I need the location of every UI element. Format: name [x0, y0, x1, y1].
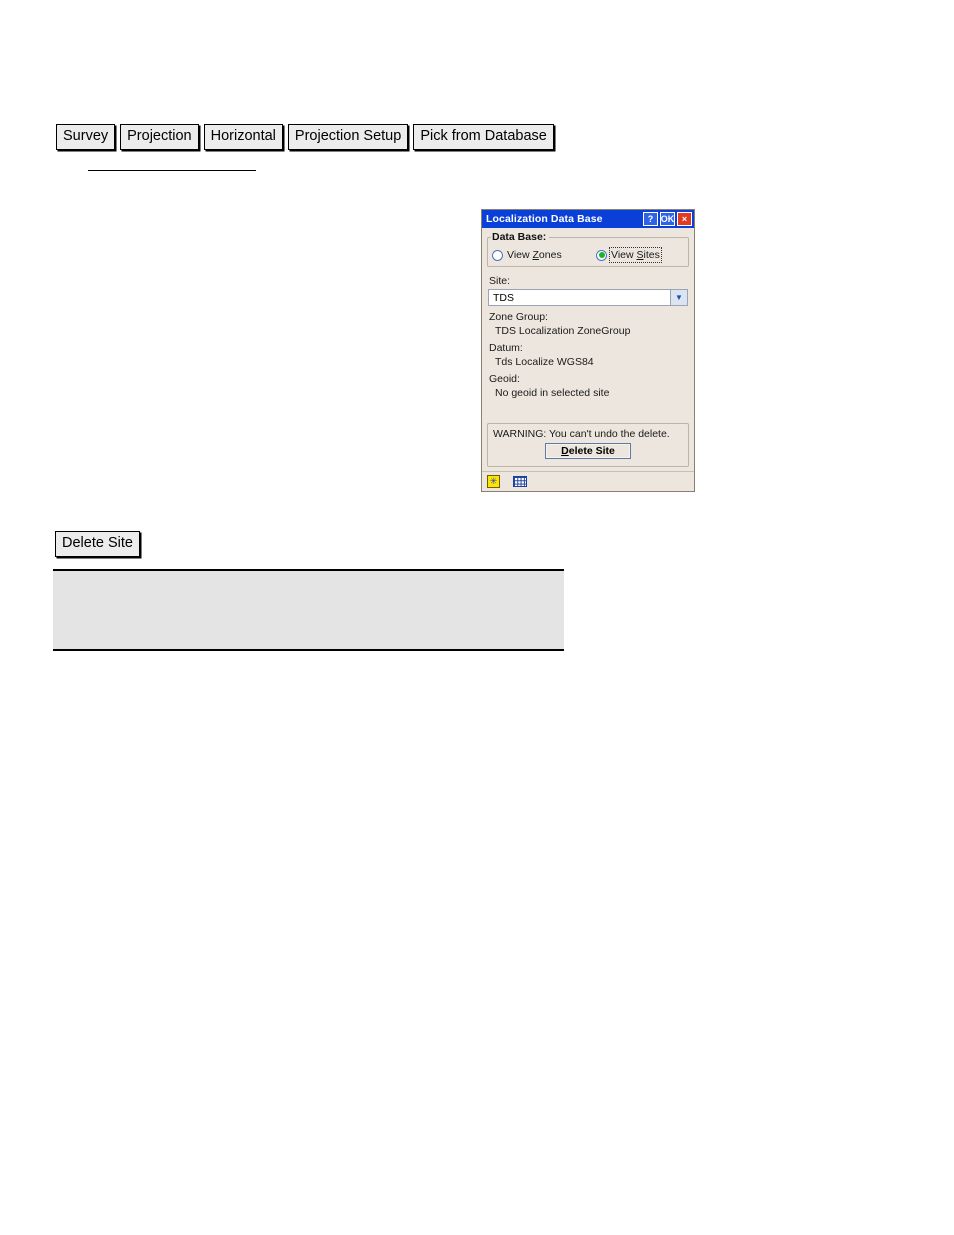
geoid-value: No geoid in selected site — [495, 387, 610, 399]
radio-unchecked-icon — [492, 249, 503, 261]
zone-group-value: TDS Localization ZoneGroup — [495, 325, 631, 337]
localization-database-dialog: Localization Data Base ? OK × Data Base:… — [481, 209, 695, 492]
dialog-title: Localization Data Base — [486, 213, 603, 225]
datum-value: Tds Localize WGS84 — [495, 356, 594, 368]
site-dropdown[interactable]: TDS ▼ — [488, 289, 688, 306]
breadcrumb-item-projection[interactable]: Projection — [120, 124, 199, 150]
radio-checked-icon — [596, 249, 607, 261]
radio-view-zones[interactable]: View Zones — [492, 249, 596, 261]
warning-text: WARNING: You can't undo the delete. — [493, 428, 670, 440]
breadcrumb-item-projection-setup[interactable]: Projection Setup — [287, 124, 409, 150]
site-label: Site: — [489, 275, 511, 287]
radio-view-zones-label: View Zones — [507, 249, 562, 261]
dialog-titlebar: Localization Data Base ? OK × — [482, 210, 694, 228]
device-taskbar: ✳ — [482, 471, 694, 491]
close-icon[interactable]: × — [677, 212, 692, 226]
help-button[interactable]: ? — [643, 212, 658, 226]
view-mode-radio-group: View Zones View Sites — [492, 247, 684, 263]
zone-group-label: Zone Group: — [489, 311, 548, 323]
sun-icon[interactable]: ✳ — [487, 475, 500, 488]
radio-view-sites[interactable]: View Sites — [596, 247, 662, 263]
ok-button[interactable]: OK — [660, 212, 675, 226]
breadcrumb-item-survey[interactable]: Survey — [56, 124, 116, 150]
chevron-down-icon[interactable]: ▼ — [670, 290, 687, 305]
breadcrumb-item-horizontal[interactable]: Horizontal — [203, 124, 283, 150]
delete-site-button[interactable]: Delete Site — [545, 443, 631, 459]
radio-view-sites-label: View Sites — [609, 247, 662, 263]
breadcrumb-item-pick-from-database[interactable]: Pick from Database — [413, 124, 554, 150]
breadcrumb: Survey Projection Horizontal Projection … — [56, 124, 554, 150]
site-selected-value: TDS — [489, 290, 670, 305]
section-divider — [88, 170, 256, 171]
grid-icon[interactable] — [513, 476, 527, 487]
database-group-label: Data Base: — [491, 231, 550, 243]
warning-groupbox: WARNING: You can't undo the delete. Dele… — [487, 423, 689, 467]
delete-site-doc-button[interactable]: Delete Site — [55, 531, 140, 557]
geoid-label: Geoid: — [489, 373, 520, 385]
database-groupbox: Data Base: View Zones View Sites — [487, 231, 689, 267]
dialog-body: Data Base: View Zones View Sites Site: T… — [482, 228, 694, 471]
content-panel — [53, 569, 564, 651]
datum-label: Datum: — [489, 342, 523, 354]
